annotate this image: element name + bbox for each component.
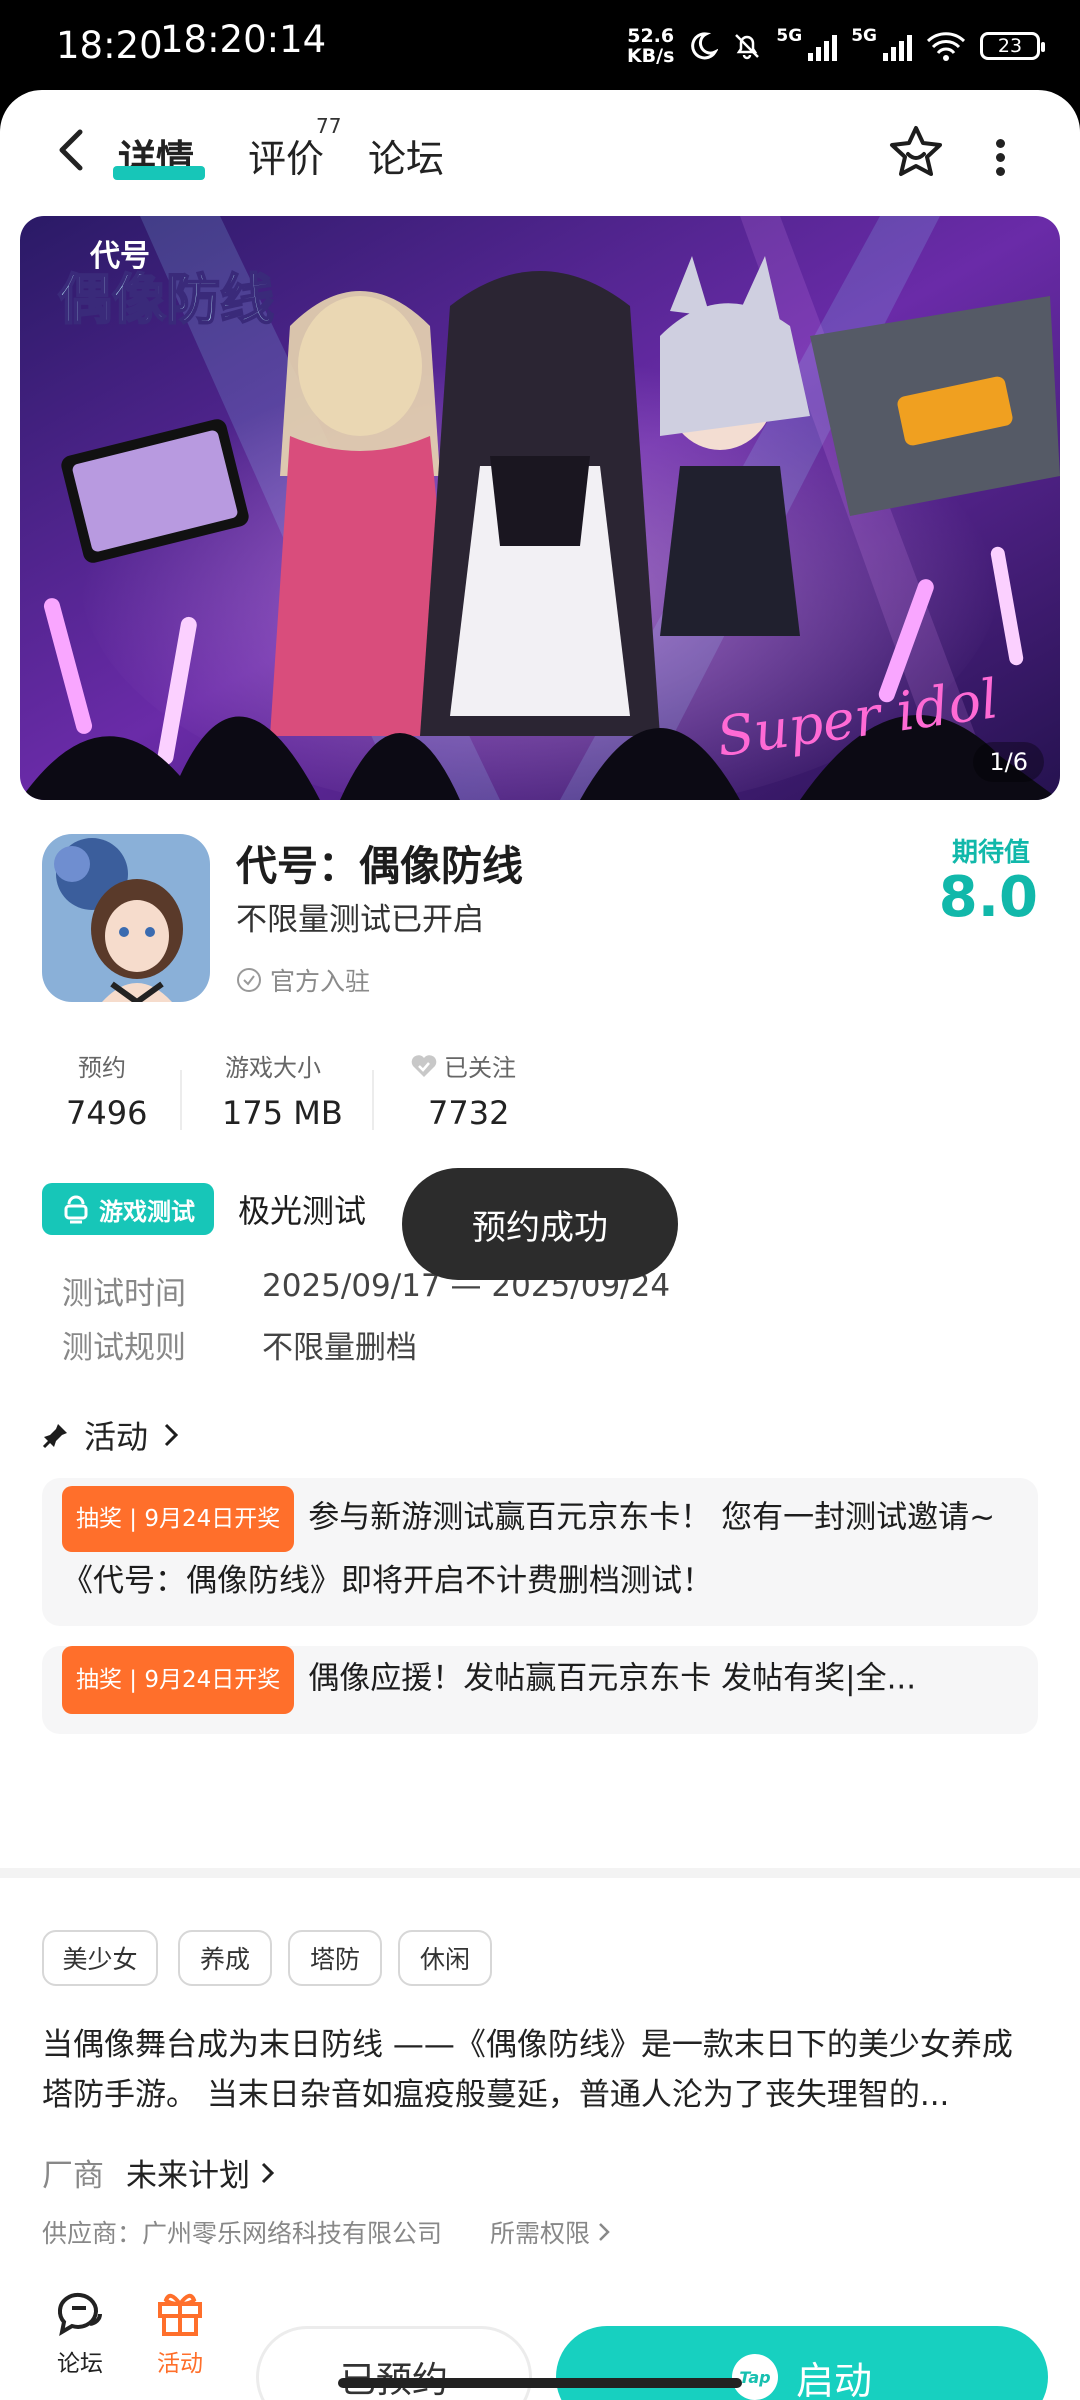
test-time-label: 测试时间 bbox=[62, 1276, 186, 1312]
activity-nav-label[interactable]: 活动 bbox=[140, 2344, 220, 2378]
stat-follow: 已关注 bbox=[410, 1048, 516, 1083]
tag-chip[interactable]: 休闲 bbox=[398, 1930, 492, 1986]
start-button[interactable]: Tap 启动 bbox=[556, 2326, 1048, 2400]
mute-bell-icon bbox=[735, 34, 760, 60]
test-rule-label: 测试规则 bbox=[62, 1330, 186, 1366]
tab-active-indicator bbox=[113, 166, 205, 180]
taptap-logo-icon: Tap bbox=[731, 2354, 778, 2400]
game-name: 代号：偶像防线 bbox=[236, 842, 523, 890]
net-speed: 52.6 KB/s bbox=[627, 26, 674, 66]
test-rule-value: 不限量删档 bbox=[262, 1330, 417, 1366]
game-subtitle: 不限量测试已开启 bbox=[236, 902, 484, 938]
stat-reserve-label: 预约 bbox=[78, 1054, 126, 1082]
game-icon bbox=[42, 834, 210, 1002]
section-divider bbox=[0, 1868, 1080, 1878]
tag-chip[interactable]: 养成 bbox=[178, 1930, 272, 1986]
stat-follow-label: 已关注 bbox=[444, 1054, 516, 1082]
test-icon bbox=[64, 1195, 88, 1224]
activity-card[interactable]: 抽奖 | 9月24日开奖 参与新游测试赢百元京东卡！ 您有一封测试邀请~《代号：偶… bbox=[42, 1478, 1038, 1626]
stat-size-value: 175 MB bbox=[222, 1094, 343, 1132]
tag-chip[interactable]: 塔防 bbox=[288, 1930, 382, 1986]
expectation-score: 8.0 bbox=[938, 865, 1038, 930]
test-name: 极光测试 bbox=[238, 1192, 367, 1230]
back-arrow-icon[interactable] bbox=[52, 126, 92, 174]
top-nav: 详情 评价 77 论坛 bbox=[0, 90, 1080, 210]
status-time: 18:20:14 bbox=[160, 18, 327, 61]
moon-icon bbox=[691, 32, 719, 60]
status-bar: 18:20 18:20:14 52.6 KB/s 5G 5G 23 bbox=[0, 0, 1080, 90]
wifi-icon bbox=[926, 32, 966, 61]
expectation-label: 期待值 bbox=[951, 838, 1030, 868]
banner-artwork: 代号 偶像防线 Super idol bbox=[20, 216, 1060, 800]
favorite-star-icon[interactable] bbox=[886, 122, 946, 182]
start-button-label: 启动 bbox=[795, 2358, 872, 2400]
status-icons: 52.6 KB/s 5G 5G 23 bbox=[627, 26, 1045, 66]
permissions-label: 所需权限 bbox=[490, 2219, 591, 2248]
banner-title: 偶像防线 bbox=[58, 268, 274, 331]
activity-header[interactable]: 活动 bbox=[42, 1412, 180, 1458]
heart-icon bbox=[411, 1054, 437, 1077]
game-description[interactable]: 当偶像舞台成为末日防线 ——《偶像防线》是一款末日下的美少女养成塔防手游。 当末… bbox=[42, 2020, 1038, 2120]
maker-link[interactable]: 未来计划 bbox=[126, 2150, 276, 2195]
activity-text: 偶像应援！发帖赢百元京东卡 发帖有奖|全... bbox=[308, 1660, 917, 1697]
sim1-type: 5G bbox=[776, 26, 803, 46]
stat-divider bbox=[372, 1070, 374, 1130]
banner-page-counter: 1/6 bbox=[973, 742, 1044, 782]
sim2-type: 5G bbox=[851, 26, 877, 46]
gift-icon[interactable] bbox=[152, 2284, 208, 2340]
signal-icon-2 bbox=[883, 31, 912, 61]
stat-reserve-value: 7496 bbox=[66, 1094, 148, 1132]
tab-reviews[interactable]: 评价 bbox=[248, 128, 324, 183]
pin-icon bbox=[42, 1424, 67, 1449]
activity-tag: 抽奖 | 9月24日开奖 bbox=[62, 1486, 295, 1552]
detail-sheet: 详情 评价 77 论坛 代号 偶像防线 Super idol 1/6 代号：偶像… bbox=[0, 90, 1080, 2400]
net-speed-value: 52.6 bbox=[627, 25, 675, 47]
stat-divider bbox=[180, 1070, 182, 1130]
signal-icon bbox=[808, 31, 838, 61]
status-time-small: 18:20 bbox=[56, 24, 163, 67]
toast-message: 预约成功 bbox=[402, 1168, 678, 1280]
tag-chip[interactable]: 美少女 bbox=[42, 1930, 158, 1986]
review-count-badge: 77 bbox=[316, 114, 342, 138]
permissions-link[interactable]: 所需权限 bbox=[490, 2214, 610, 2250]
check-circle-icon bbox=[237, 968, 261, 992]
battery-icon: 23 bbox=[980, 32, 1045, 60]
chevron-right-icon bbox=[164, 1423, 179, 1447]
activity-title: 活动 bbox=[84, 1418, 149, 1456]
stat-follow-value: 7732 bbox=[428, 1094, 510, 1132]
stat-size-label: 游戏大小 bbox=[225, 1054, 321, 1082]
more-menu-icon[interactable] bbox=[990, 134, 1010, 176]
official-label: 官方入驻 bbox=[270, 967, 371, 996]
chevron-right-icon bbox=[599, 2223, 610, 2241]
game-test-badge: 游戏测试 bbox=[42, 1183, 214, 1235]
forum-nav-label[interactable]: 论坛 bbox=[40, 2344, 120, 2378]
home-indicator[interactable] bbox=[338, 2378, 742, 2388]
supplier-text: 供应商：广州零乐网络科技有限公司 bbox=[42, 2219, 443, 2248]
activity-card[interactable]: 抽奖 | 9月24日开奖 偶像应援！发帖赢百元京东卡 发帖有奖|全... bbox=[42, 1646, 1038, 1734]
activity-tag: 抽奖 | 9月24日开奖 bbox=[62, 1646, 295, 1714]
maker-label: 厂商 bbox=[42, 2158, 104, 2194]
banner-carousel[interactable]: 代号 偶像防线 Super idol 1/6 bbox=[20, 216, 1060, 800]
net-speed-unit: KB/s bbox=[626, 45, 675, 67]
game-test-label: 游戏测试 bbox=[99, 1197, 195, 1226]
tab-forum[interactable]: 论坛 bbox=[368, 128, 444, 183]
official-badge: 官方入驻 bbox=[236, 962, 370, 998]
forum-icon[interactable] bbox=[52, 2284, 108, 2340]
maker-name: 未来计划 bbox=[126, 2158, 250, 2194]
chevron-right-icon bbox=[261, 2162, 275, 2183]
reserved-button[interactable]: 已预约 bbox=[256, 2326, 532, 2400]
